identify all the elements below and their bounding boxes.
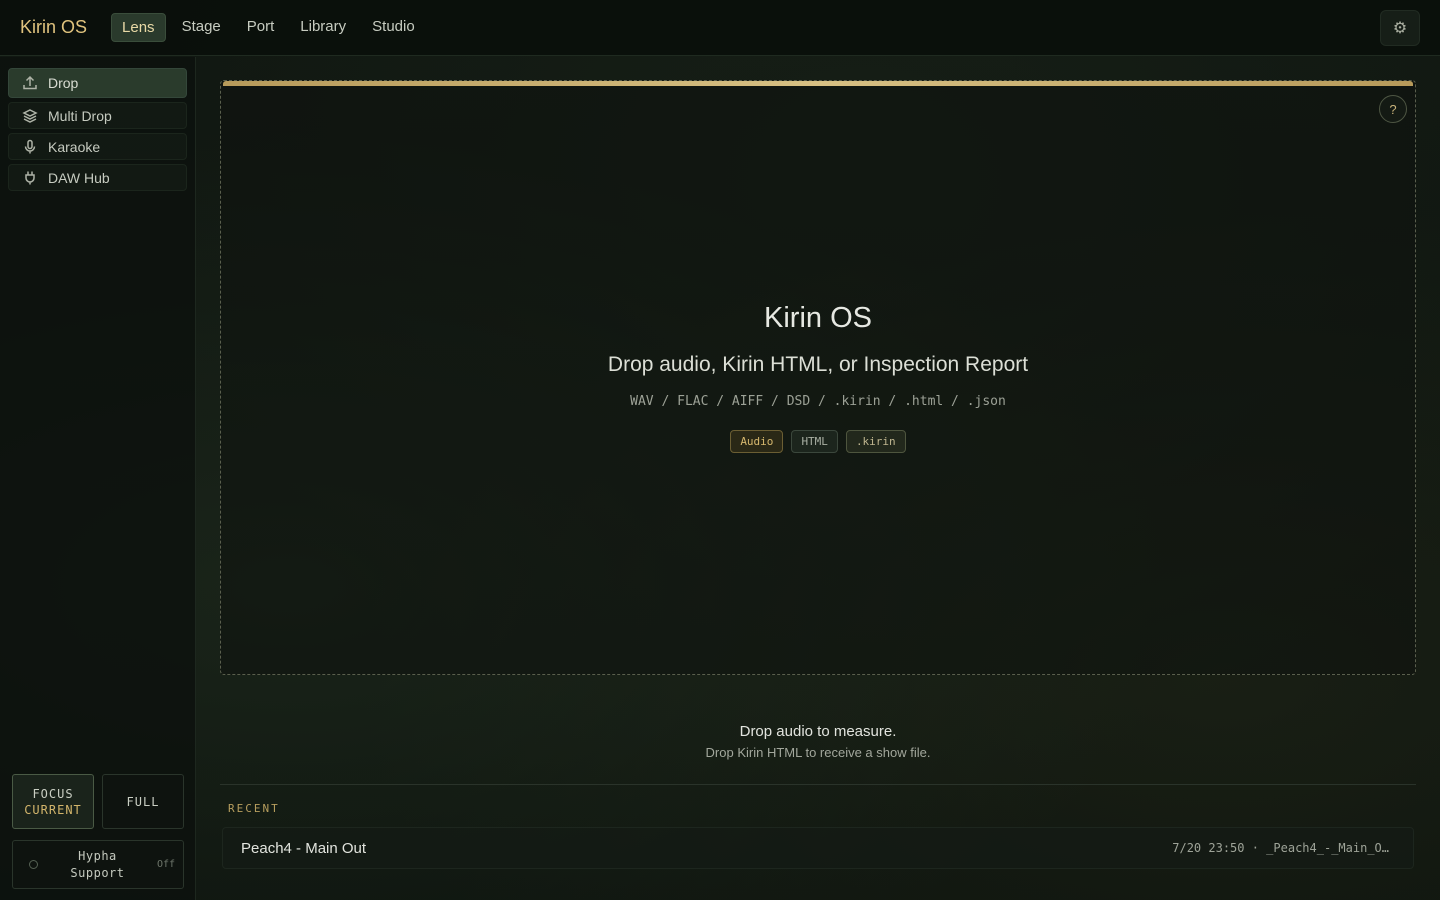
sidebar-item-karaoke[interactable]: Karaoke [8, 133, 187, 160]
tab-port[interactable]: Port [237, 13, 285, 42]
sidebar: Drop Multi Drop Karaoke DAW Hub FOCUS CU… [0, 57, 196, 900]
plug-icon [21, 169, 39, 187]
sidebar-item-drop[interactable]: Drop [8, 68, 187, 98]
drop-zone-accent-bar [223, 81, 1413, 86]
status-dot-icon [29, 860, 38, 869]
microphone-icon [21, 138, 39, 156]
hypha-support-label: Hypha Support [38, 848, 157, 882]
gear-icon: ⚙ [1392, 20, 1408, 37]
hint-main: Drop audio to measure. [739, 723, 897, 740]
hypha-state: Off [156, 859, 175, 870]
sidebar-list: Drop Multi Drop Karaoke DAW Hub [0, 57, 195, 191]
divider [220, 784, 1416, 785]
drop-zone-subtitle: Drop audio, Kirin HTML, or Inspection Re… [607, 353, 1029, 376]
supported-formats: WAV / FLAC / AIFF / DSD / .kirin / .html… [630, 394, 1006, 409]
chip-html: HTML [791, 430, 838, 453]
tab-library[interactable]: Library [290, 13, 356, 42]
view-mode-toggle: FOCUS CURRENT FULL [12, 774, 184, 829]
settings-button[interactable]: ⚙ [1380, 10, 1420, 46]
drop-zone-title: Kirin OS [764, 302, 872, 334]
top-bar: Kirin OS Lens Stage Port Library Studio … [0, 0, 1440, 56]
recent-item[interactable]: Peach4 - Main Out 7/20 23:50 · _Peach4_-… [222, 827, 1414, 869]
recent-item-meta: 7/20 23:50 · _Peach4_-_Main_O… [1172, 841, 1389, 855]
chip-audio: Audio [730, 430, 784, 453]
question-icon: ? [1389, 101, 1397, 117]
upload-icon [21, 74, 39, 92]
full-mode-button[interactable]: FULL [102, 774, 184, 829]
tab-stage[interactable]: Stage [172, 13, 231, 42]
sidebar-item-multi-drop[interactable]: Multi Drop [8, 102, 187, 129]
brand-logo[interactable]: Kirin OS [20, 17, 87, 38]
tab-lens[interactable]: Lens [111, 13, 166, 42]
hypha-label-line1: Hypha [78, 848, 117, 863]
hint-sub: Drop Kirin HTML to receive a show file. [705, 745, 931, 760]
layers-icon [21, 107, 39, 125]
sidebar-item-label: Drop [48, 75, 79, 91]
help-button[interactable]: ? [1379, 95, 1407, 123]
hypha-support-toggle[interactable]: Hypha Support Off [12, 840, 184, 889]
full-mode-label: FULL [126, 794, 160, 809]
focus-mode-sublabel: CURRENT [24, 802, 82, 817]
focus-mode-label: FOCUS [32, 786, 74, 801]
chip-kirin: .kirin [845, 430, 906, 453]
focus-mode-button[interactable]: FOCUS CURRENT [12, 774, 94, 829]
tab-studio[interactable]: Studio [362, 13, 425, 42]
sidebar-item-daw-hub[interactable]: DAW Hub [8, 164, 187, 191]
sidebar-item-label: Karaoke [48, 138, 101, 155]
format-chips: Audio HTML .kirin [221, 430, 1415, 453]
drop-zone[interactable]: ? Kirin OS Drop audio, Kirin HTML, or In… [220, 80, 1416, 675]
sidebar-item-label: DAW Hub [48, 169, 110, 186]
sidebar-item-label: Multi Drop [48, 107, 112, 124]
hypha-label-line2: Support [70, 865, 125, 880]
recent-heading: RECENT [228, 802, 280, 815]
recent-item-name: Peach4 - Main Out [241, 839, 367, 857]
main-nav: Lens Stage Port Library Studio [111, 13, 425, 42]
